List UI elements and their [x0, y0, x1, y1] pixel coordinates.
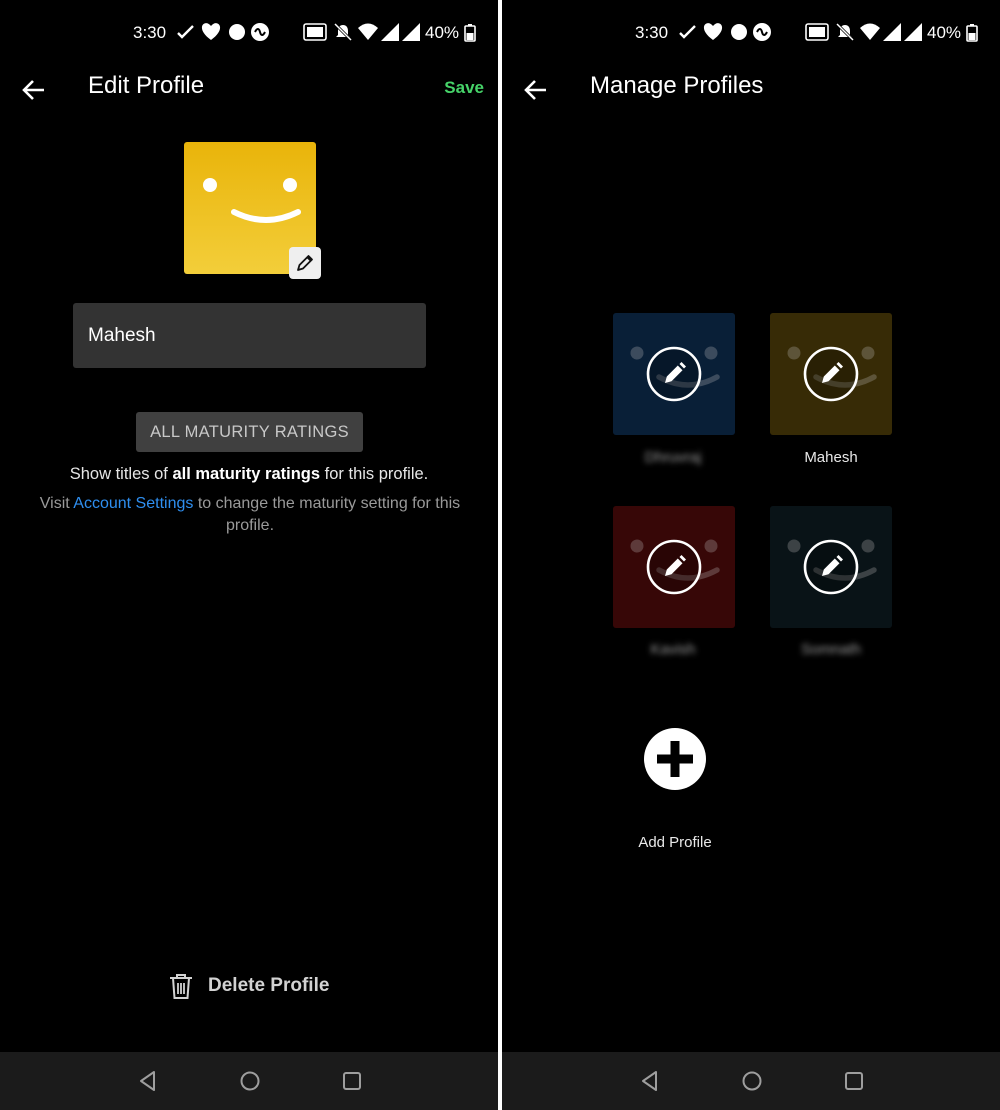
add-profile-button[interactable] [643, 727, 707, 791]
profile-name: Dhruvraj [644, 449, 702, 466]
profile-name-input[interactable] [73, 303, 426, 368]
check-icon [177, 25, 194, 39]
mute-icon [333, 22, 353, 42]
nav-back-icon[interactable] [638, 1069, 662, 1093]
sync-icon [753, 23, 771, 41]
profile-name: Somnath [800, 641, 862, 658]
maturity-desc-bold: all maturity ratings [172, 465, 321, 483]
pencil-icon [803, 539, 859, 595]
battery-percent: 40% [927, 23, 962, 42]
add-profile-label: Add Profile [638, 834, 712, 851]
signal-icon [883, 23, 901, 41]
nav-recents-icon[interactable] [842, 1069, 866, 1093]
account-settings-note: Visit Account Settings to change the mat… [28, 493, 472, 537]
sync-icon [251, 23, 269, 41]
trash-icon [170, 974, 192, 999]
app-bar: Manage Profiles [502, 64, 1000, 116]
pencil-icon [803, 346, 859, 402]
page-title: Manage Profiles [590, 72, 764, 99]
status-time: 3:30 [635, 23, 669, 42]
manage-profiles-screen: 3:30 40% Manage Profiles Dhruvraj Mahesh… [502, 0, 1000, 1110]
save-button[interactable]: Save [444, 78, 484, 98]
delete-profile-label: Delete Profile [208, 975, 330, 996]
signal-icon-2 [904, 23, 922, 41]
heart-icon [703, 23, 723, 40]
pencil-icon [646, 346, 702, 402]
maturity-desc-post: for this profile. [320, 465, 429, 483]
pencil-icon [297, 255, 313, 271]
check-icon [679, 25, 696, 39]
nav-recents-icon[interactable] [340, 1069, 364, 1093]
maturity-ratings-button[interactable]: ALL MATURITY RATINGS [136, 412, 363, 452]
dot-icon [731, 24, 747, 40]
signal-icon [381, 23, 399, 41]
visit-post: to change the maturity setting for this … [193, 495, 461, 534]
wifi-icon [860, 23, 880, 40]
status-bar: 3:30 40% [0, 0, 498, 64]
wifi-icon [358, 23, 378, 40]
pencil-icon [646, 539, 702, 595]
profile-tile[interactable] [770, 313, 892, 435]
back-arrow-icon[interactable] [20, 76, 48, 104]
status-bar: 3:30 40% [502, 0, 1000, 64]
page-title: Edit Profile [88, 72, 205, 99]
battery-percent: 40% [425, 23, 460, 42]
volte-icon [805, 23, 829, 41]
edit-profile-screen: 3:30 40% Edit Profile Save ALL MATURITY … [0, 0, 498, 1110]
nav-back-icon[interactable] [136, 1069, 160, 1093]
system-nav-bar [0, 1052, 498, 1110]
status-time: 3:30 [133, 23, 167, 42]
app-bar: Edit Profile Save [0, 64, 498, 116]
mute-icon [835, 22, 855, 42]
profile-tile[interactable] [770, 506, 892, 628]
profile-tile[interactable] [613, 506, 735, 628]
profile-tile[interactable] [613, 313, 735, 435]
plus-circle-icon [644, 728, 706, 790]
system-nav-bar [502, 1052, 1000, 1110]
back-arrow-icon[interactable] [522, 76, 550, 104]
maturity-description: Show titles of all maturity ratings for … [0, 465, 498, 484]
visit-pre: Visit [39, 495, 74, 512]
profile-name: Mahesh [804, 449, 858, 466]
dot-icon [229, 24, 245, 40]
maturity-desc-pre: Show titles of [69, 465, 173, 483]
volte-icon [303, 23, 327, 41]
battery-icon [464, 24, 476, 42]
profile-name: Kavish [650, 641, 696, 658]
account-settings-link[interactable]: Account Settings [73, 495, 193, 512]
battery-icon [966, 24, 978, 42]
signal-icon-2 [402, 23, 420, 41]
nav-home-icon[interactable] [740, 1069, 764, 1093]
delete-profile-button[interactable]: Delete Profile [168, 970, 329, 1002]
nav-home-icon[interactable] [238, 1069, 262, 1093]
edit-avatar-button[interactable] [289, 247, 321, 279]
heart-icon [201, 23, 221, 40]
